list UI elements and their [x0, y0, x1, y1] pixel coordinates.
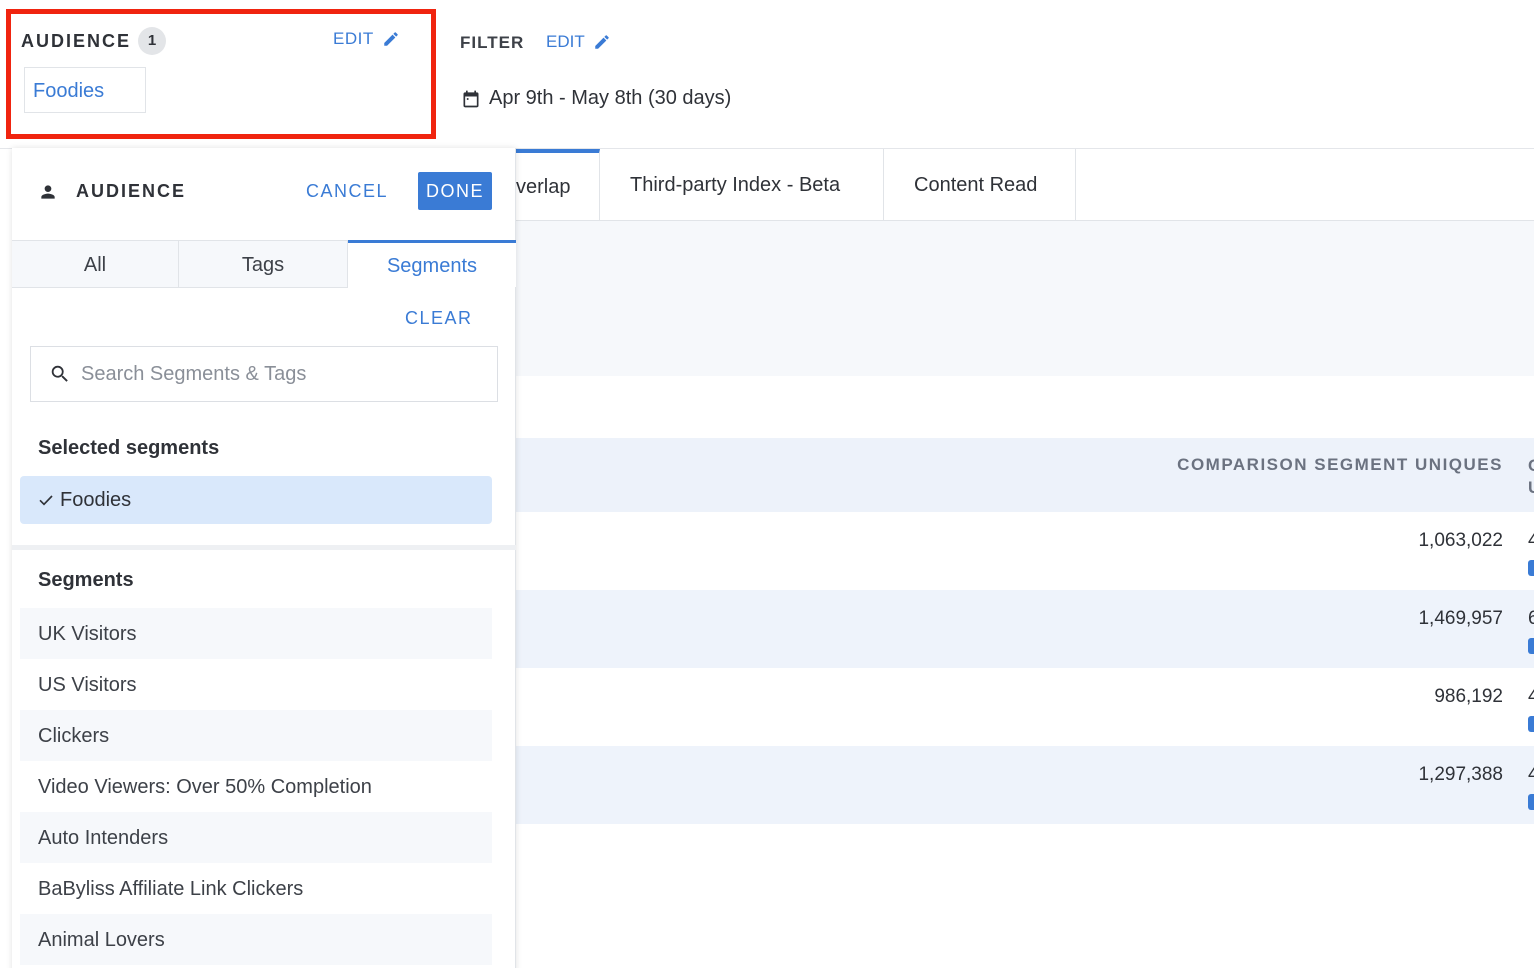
value-bar — [1528, 794, 1534, 810]
next-column-value: 6 — [1528, 608, 1534, 629]
search-input[interactable] — [81, 355, 481, 393]
filter-edit-label: EDIT — [546, 32, 585, 51]
section-divider — [12, 545, 516, 550]
next-column-value: 4 — [1528, 764, 1534, 785]
segment-item[interactable]: US Visitors — [20, 659, 492, 710]
audience-edit-label: EDIT — [333, 29, 374, 48]
next-column-value: 4 — [1528, 530, 1534, 551]
cancel-button[interactable]: CANCEL — [306, 181, 388, 202]
selected-segments-title: Selected segments — [38, 437, 220, 459]
person-icon — [41, 185, 55, 199]
value-bar — [1528, 560, 1534, 576]
comparison-uniques-value: 1,063,022 — [1418, 530, 1503, 551]
filter-edit-button[interactable]: EDIT — [546, 32, 611, 52]
segment-item[interactable]: Video Viewers: Over 50% Completion — [20, 761, 492, 812]
tab-all[interactable]: All — [12, 241, 179, 288]
pencil-icon — [383, 32, 398, 46]
table-row: 1,063,022 4 — [516, 512, 1534, 590]
segment-item[interactable]: UK Visitors — [20, 608, 492, 659]
selected-segment-label: Foodies — [60, 489, 132, 511]
value-bar — [1528, 716, 1534, 732]
report-tabs: verlap Third-party Index - Beta Content … — [516, 149, 1534, 221]
audience-title: AUDIENCE — [21, 31, 132, 51]
panel-tabs: All Tags Segments — [12, 240, 516, 288]
tab-overlap-label: verlap — [516, 175, 571, 198]
table-row: 986,192 4 — [516, 668, 1534, 746]
selected-segment-item[interactable]: Foodies — [20, 476, 492, 524]
filter-title: FILTER — [460, 33, 525, 52]
tab-tags[interactable]: Tags — [179, 241, 348, 288]
audience-dropdown-panel: AUDIENCE CANCEL DONE All Tags Segments C… — [12, 148, 516, 968]
comparison-uniques-value: 1,469,957 — [1418, 608, 1503, 629]
table-row: 1,297,388 4 — [516, 746, 1534, 824]
audience-count-badge: 1 — [138, 27, 166, 55]
app-root: AUDIENCE 1 EDIT Foodies FILTER EDIT Apr … — [0, 0, 1534, 968]
tab-segments[interactable]: Segments — [348, 240, 516, 287]
search-box — [30, 346, 498, 402]
clear-button[interactable]: CLEAR — [405, 308, 473, 329]
column-header-next: C U — [1528, 455, 1534, 499]
segment-item[interactable]: Animal Lovers — [20, 914, 492, 965]
segment-item[interactable]: BaByliss Affiliate Link Clickers — [20, 863, 492, 914]
comparison-uniques-value: 986,192 — [1434, 686, 1503, 707]
segment-item[interactable]: Auto Intenders — [20, 812, 492, 863]
date-range[interactable]: Apr 9th - May 8th (30 days) — [461, 87, 731, 110]
next-column-value: 4 — [1528, 686, 1534, 707]
segments-list: UK Visitors US Visitors Clickers Video V… — [20, 608, 492, 965]
search-icon — [51, 365, 68, 382]
table-header: COMPARISON SEGMENT UNIQUES C U — [516, 438, 1534, 512]
audience-edit-button[interactable]: EDIT — [333, 29, 400, 49]
comparison-uniques-value: 1,297,388 — [1418, 764, 1503, 785]
report-summary-area — [516, 221, 1534, 376]
panel-header: AUDIENCE CANCEL DONE — [12, 148, 516, 240]
table-row: 1,469,957 6 — [516, 590, 1534, 668]
tab-third-party-index[interactable]: Third-party Index - Beta — [600, 149, 884, 221]
segment-item[interactable]: Clickers — [20, 710, 492, 761]
audience-chip[interactable]: Foodies — [24, 67, 146, 113]
segments-title: Segments — [38, 569, 134, 591]
tab-third-party-label: Third-party Index - Beta — [630, 173, 841, 196]
check-icon — [39, 495, 53, 506]
tab-overlap[interactable]: verlap — [516, 149, 600, 221]
tab-content-read[interactable]: Content Read — [884, 149, 1076, 221]
pencil-icon — [594, 35, 609, 49]
panel-title: AUDIENCE — [76, 181, 187, 201]
done-button[interactable]: DONE — [418, 172, 492, 210]
column-header-comparison-uniques[interactable]: COMPARISON SEGMENT UNIQUES — [1177, 455, 1503, 475]
date-range-text: Apr 9th - May 8th (30 days) — [489, 87, 732, 109]
value-bar — [1528, 638, 1534, 654]
calendar-icon — [463, 90, 479, 107]
tab-content-read-label: Content Read — [914, 173, 1038, 196]
